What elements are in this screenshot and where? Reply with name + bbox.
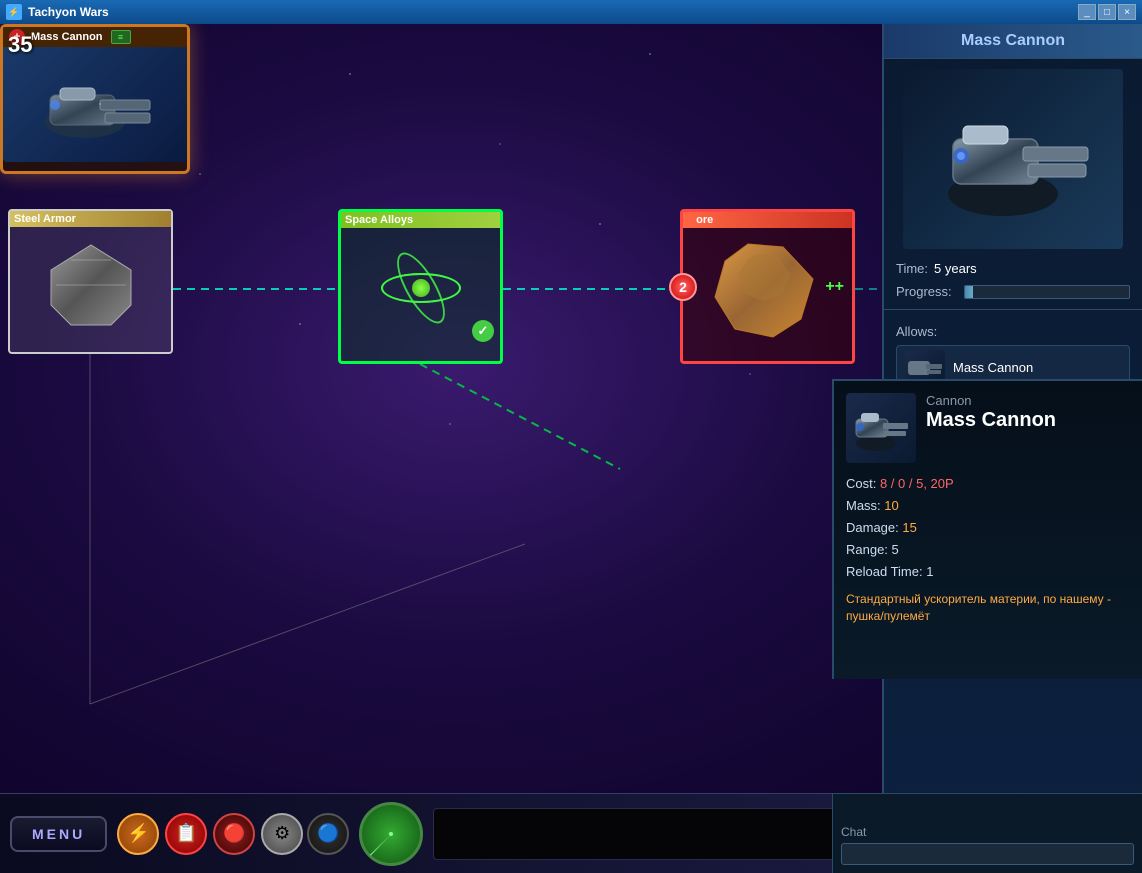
chat-label: Chat [833,821,1142,843]
menu-button[interactable]: MENU [10,816,107,852]
damage-row: Damage: 15 [846,517,1130,539]
allows-cannon-name: Mass Cannon [953,360,1033,375]
tech-node-space-alloys[interactable]: Space Alloys ✓ [338,209,503,364]
progress-row: Progress: [896,282,1130,303]
close-button[interactable]: × [1118,4,1136,20]
minimize-button[interactable]: _ [1078,4,1096,20]
progress-bar-fill [965,286,973,298]
titlebar-icon: ⚡ [6,4,22,20]
panel-title: Mass Cannon [884,24,1142,59]
weapon-detail-panel: Cannon Mass Cannon Cost: 8 / 0 / 5, 20P … [832,379,1142,679]
radar-display [359,802,423,866]
display-screen [433,808,841,860]
weapon-description: Стандартный ускоритель материи, по нашем… [846,591,1130,625]
space-alloys-title: Space Alloys [341,212,500,228]
panel-tech-image [903,69,1123,249]
panel-stats: Time: 5 years Progress: [884,259,1142,303]
tech-node-steel-armor[interactable]: Steel Armor [8,209,173,354]
researched-checkmark: ✓ [472,320,494,342]
game-area: 35 Steel Armor [0,24,1142,873]
action-btn-5[interactable]: 🔵 [307,813,349,855]
titlebar: ⚡ Tachyon Wars _ □ × [0,0,1142,24]
weapon-info: Cannon Mass Cannon [926,393,1130,432]
ore-image: ++ [683,228,852,346]
mass-row: Mass: 10 [846,495,1130,517]
weapon-stats: Cost: 8 / 0 / 5, 20P Mass: 10 Damage: 15… [846,473,1130,583]
chat-area: Chat [832,793,1142,873]
chat-input[interactable] [841,843,1134,865]
maximize-button[interactable]: □ [1098,4,1116,20]
green-badge: ≡ [111,30,131,44]
titlebar-title: Tachyon Wars [28,5,1076,19]
weapon-header: Cannon Mass Cannon [846,393,1130,463]
ore-title: 2 ore [683,212,852,228]
time-row: Time: 5 years [896,259,1130,280]
secondary-buttons: 🔵 [307,813,349,855]
progress-bar [964,285,1130,299]
action-btn-3[interactable]: 🔴 [213,813,255,855]
action-btn-1[interactable]: ⚡ [117,813,159,855]
steel-armor-image [10,227,171,342]
turn-number: 35 [8,32,32,58]
weapon-icon-large [846,393,916,463]
panel-divider [884,309,1142,310]
space-alloys-image: ✓ [341,228,500,348]
tech-node-ore[interactable]: 2 ore ++ [680,209,855,364]
weapon-name: Mass Cannon [926,408,1130,432]
action-btn-2[interactable]: 📋 [165,813,207,855]
steel-armor-title: Steel Armor [10,211,171,227]
reload-row: Reload Time: 1 [846,561,1130,583]
range-row: Range: 5 [846,539,1130,561]
cost-row: Cost: 8 / 0 / 5, 20P [846,473,1130,495]
action-btn-4[interactable]: ⚙ [261,813,303,855]
action-buttons: ⚡ 📋 🔴 ⚙ [117,813,303,855]
mass-cannon-image [3,47,187,162]
allows-label: Allows: [896,324,1130,339]
bottom-bar: MENU ⚡ 📋 🔴 ⚙ 🔵 [0,793,885,873]
weapon-type: Cannon [926,393,1130,408]
